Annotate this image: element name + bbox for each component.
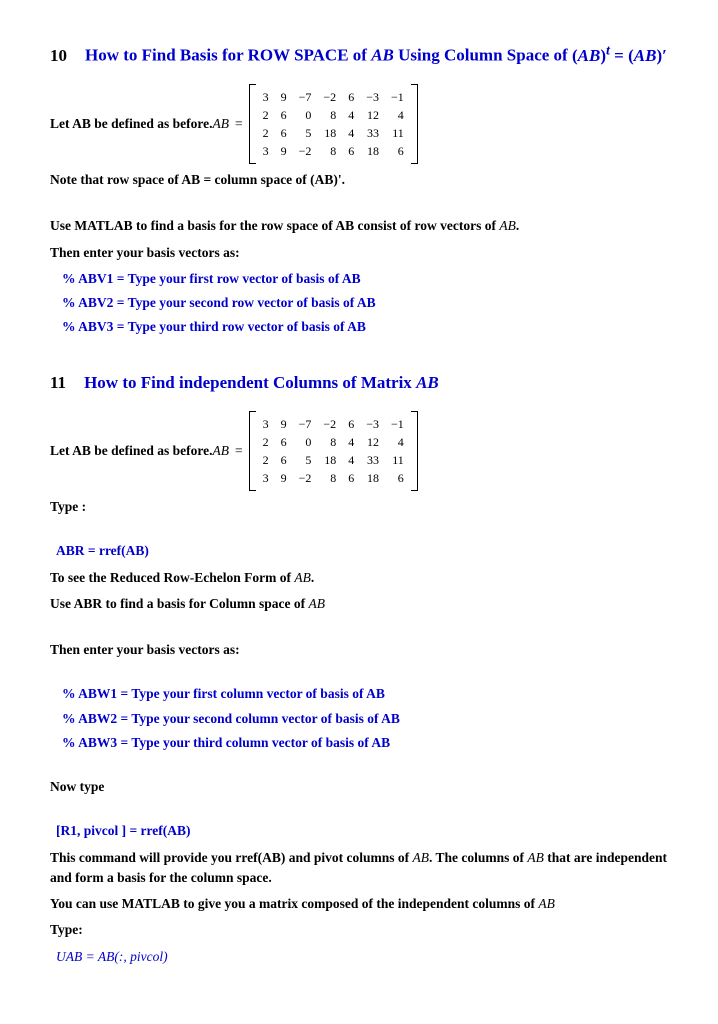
type-label: Type : bbox=[50, 497, 668, 517]
section-title-text: How to Find independent Columns of Matri… bbox=[84, 370, 439, 396]
abv2-comment: % ABV2 = Type your second row vector of … bbox=[62, 293, 668, 313]
matrix-10: 39−7−26−3−126084124265184331139−286186 bbox=[249, 84, 418, 164]
you-can-prefix: You can use MATLAB to give you a matrix … bbox=[50, 896, 538, 911]
use-matlab-prefix: Use MATLAB to find a basis for the row s… bbox=[50, 218, 499, 233]
matrix-definition-11: Let AB be defined as before. AB = 39−7−2… bbox=[50, 411, 668, 491]
you-can-ab: AB bbox=[538, 896, 555, 911]
this-cmd-2: . The columns of bbox=[429, 850, 527, 865]
title-ab: AB bbox=[371, 46, 394, 65]
abv3-comment: % ABV3 = Type your third row vector of b… bbox=[62, 317, 668, 337]
this-cmd-1: This command will provide you rref(AB) a… bbox=[50, 850, 413, 865]
matrix-definition-10: Let AB be defined as before. AB = 39−7−2… bbox=[50, 84, 668, 164]
then-enter-11: Then enter your basis vectors as: bbox=[50, 640, 668, 660]
to-see-text: To see the Reduced Row-Echelon Form of A… bbox=[50, 568, 668, 588]
title-suffix: Using Column Space of bbox=[394, 46, 572, 65]
this-cmd-ab1: AB bbox=[413, 850, 430, 865]
abr-command: ABR = rref(AB) bbox=[56, 541, 668, 561]
title-prefix: How to Find independent Columns of Matri… bbox=[84, 373, 416, 392]
section-number: 10 bbox=[50, 43, 67, 69]
this-cmd-ab2: AB bbox=[527, 850, 544, 865]
note-text: Note that row space of AB = column space… bbox=[50, 170, 668, 190]
section-number: 11 bbox=[50, 370, 66, 396]
abw2-comment: % ABW2 = Type your second column vector … bbox=[62, 709, 668, 729]
matrix-intro-text: Let AB be defined as before. bbox=[50, 114, 213, 134]
section-10-title: 10 How to Find Basis for ROW SPACE of AB… bbox=[50, 40, 668, 68]
title-prefix: How to Find Basis for ROW SPACE of bbox=[85, 46, 371, 65]
r1-command: [R1, pivcol ] = rref(AB) bbox=[56, 821, 668, 841]
matrix-intro-text: Let AB be defined as before. bbox=[50, 441, 213, 461]
to-see-period: . bbox=[311, 570, 314, 585]
now-type-text: Now type bbox=[50, 777, 668, 797]
section-title-text: How to Find Basis for ROW SPACE of AB Us… bbox=[85, 40, 667, 68]
ab-label: AB bbox=[213, 441, 230, 461]
abv1-comment: % ABV1 = Type your first row vector of b… bbox=[62, 269, 668, 289]
title-math: (AB)t = (AB)′ bbox=[572, 46, 667, 65]
to-see-prefix: To see the Reduced Row-Echelon Form of bbox=[50, 570, 294, 585]
abw1-comment: % ABW1 = Type your first column vector o… bbox=[62, 684, 668, 704]
title-ab: AB bbox=[416, 373, 439, 392]
use-abr-text: Use ABR to find a basis for Column space… bbox=[50, 594, 668, 614]
section-11-title: 11 How to Find independent Columns of Ma… bbox=[50, 370, 668, 396]
use-abr-ab: AB bbox=[309, 596, 326, 611]
use-abr-prefix: Use ABR to find a basis for Column space… bbox=[50, 596, 309, 611]
type2-label: Type: bbox=[50, 920, 668, 940]
this-command-text: This command will provide you rref(AB) a… bbox=[50, 848, 668, 889]
you-can-text: You can use MATLAB to give you a matrix … bbox=[50, 894, 668, 914]
use-matlab-ab: AB bbox=[499, 218, 516, 233]
matrix-11: 39−7−26−3−126084124265184331139−286186 bbox=[249, 411, 418, 491]
period: . bbox=[516, 218, 519, 233]
abw3-comment: % ABW3 = Type your third column vector o… bbox=[62, 733, 668, 753]
equals: = bbox=[235, 441, 243, 461]
use-matlab-text: Use MATLAB to find a basis for the row s… bbox=[50, 216, 668, 236]
to-see-ab: AB bbox=[294, 570, 311, 585]
uab-command: UAB = AB(:, pivcol) bbox=[56, 947, 668, 967]
equals: = bbox=[235, 114, 243, 134]
then-enter-text: Then enter your basis vectors as: bbox=[50, 243, 668, 263]
ab-label: AB bbox=[213, 114, 230, 134]
